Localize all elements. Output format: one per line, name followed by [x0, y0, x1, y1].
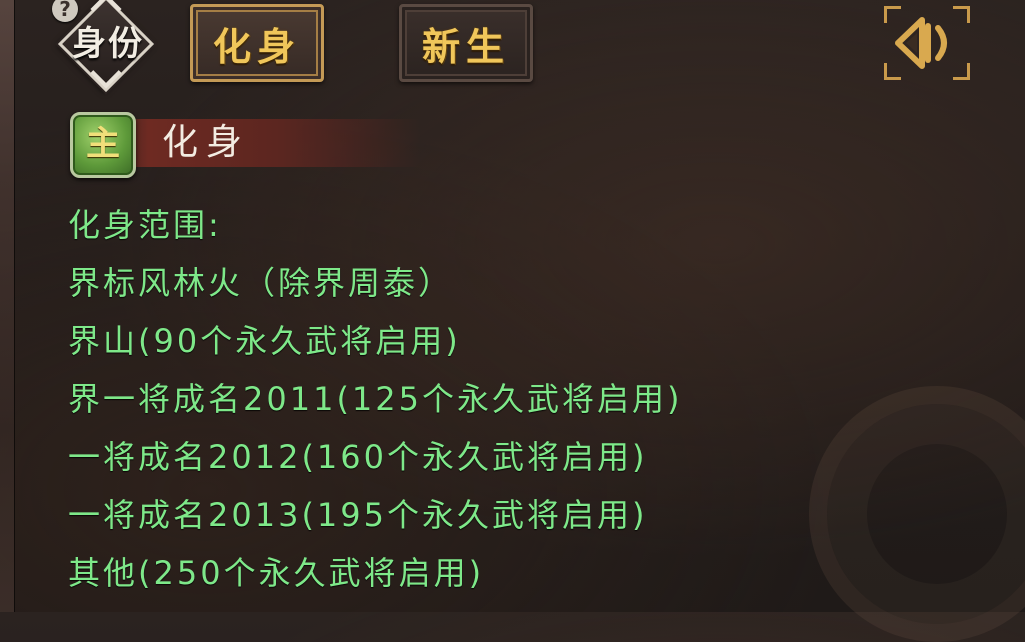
scope-item: 其他(250个永久武将启用) — [68, 554, 485, 592]
tab-avatar[interactable]: 化身 — [190, 4, 324, 82]
scope-item: 一将成名2012(160个永久武将启用) — [68, 438, 648, 476]
section-title: 化身 — [162, 122, 251, 163]
scope-list: 化身范围: 界标风林火（除界周泰） 界山(90个永久武将启用) 界一将成名201… — [68, 196, 968, 602]
section-header: 主 化身 — [70, 112, 420, 178]
scope-item: 界山(90个永久武将启用) — [68, 322, 461, 360]
left-edge-border — [0, 0, 14, 612]
scope-item: 界标风林火（除界周泰） — [68, 264, 454, 302]
lord-badge-icon: 主 — [70, 112, 136, 178]
section-header-bar — [100, 119, 420, 167]
identity-toggle-button[interactable]: 身份 ? — [52, 0, 162, 93]
scope-item: 界一将成名2011(125个永久武将启用) — [68, 380, 683, 418]
scope-item: 一将成名2013(195个永久武将启用) — [68, 496, 648, 534]
tab-rebirth[interactable]: 新生 — [399, 4, 533, 82]
scope-heading: 化身范围: — [68, 206, 222, 244]
sound-button[interactable] — [884, 6, 970, 80]
help-icon[interactable]: ? — [52, 0, 78, 22]
identity-label: 身份 — [72, 24, 144, 64]
speaker-icon — [895, 17, 947, 69]
